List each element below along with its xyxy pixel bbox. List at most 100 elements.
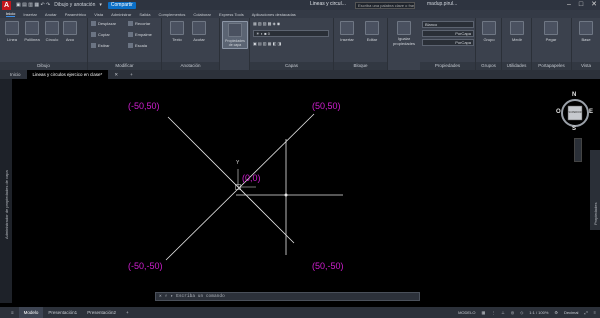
new-tab-button[interactable]: + [124, 70, 139, 79]
intersection-point[interactable] [284, 193, 288, 197]
user-account[interactable]: madup.pirul... [427, 1, 457, 7]
tab-anotar[interactable]: Anotar [45, 12, 57, 17]
scale-button[interactable]: Escala [128, 43, 147, 48]
measure-button[interactable]: Medir [507, 21, 527, 42]
label-center: (0,0) [242, 173, 261, 183]
text-button[interactable]: Texto [168, 21, 186, 42]
tab-insertar[interactable]: Insertar [23, 12, 37, 17]
view-cube-south[interactable]: S [572, 126, 576, 132]
model-space-toggle[interactable]: MODELO [458, 310, 475, 315]
close-tab-icon[interactable]: ✕ [108, 70, 124, 79]
search-input[interactable]: Escriba una palabra clave o frase [355, 1, 415, 9]
layer-tools-row2[interactable]: ▣ ▤ ▥ ▦ ◧ ◨ [253, 41, 281, 46]
command-close-icon[interactable]: ✕ [159, 294, 162, 299]
tab-layout-1[interactable]: Presentación1 [43, 307, 82, 318]
arc-button[interactable]: Arco [62, 21, 78, 42]
layer-properties-button[interactable]: Propiedades de capa [222, 21, 248, 49]
tab-colaborar[interactable]: Colaborar [193, 12, 211, 17]
match-properties-button[interactable]: Igualar propiedades [391, 21, 417, 46]
polyline-icon [25, 21, 39, 35]
panel-properties-label[interactable]: Propiedades [420, 62, 475, 70]
customize-menu-icon[interactable]: ≡ [594, 310, 596, 315]
edit-block-button[interactable]: Editar [361, 21, 383, 42]
grid-icon[interactable]: ▦ [481, 310, 485, 315]
properties-palette[interactable]: Propiedades [590, 150, 600, 230]
view-cube-face[interactable]: SUPERIOR [568, 111, 582, 114]
panel-modify-label[interactable]: Modificar [88, 62, 161, 70]
close-icon[interactable]: ✕ [591, 0, 597, 10]
panel-block-label[interactable]: Bloque [334, 62, 387, 70]
share-button[interactable]: Compartir [107, 1, 136, 9]
gear-icon[interactable]: ⚙ [554, 310, 558, 315]
maximize-icon[interactable]: □ [579, 0, 583, 10]
status-bar: ≡ Modelo Presentación1 Presentación2 + M… [0, 307, 600, 318]
panel-layers-label[interactable]: Capas [250, 62, 333, 70]
command-input[interactable]: Escriba un comando [176, 294, 225, 299]
navigation-bar[interactable] [574, 138, 582, 162]
units-dropdown[interactable]: Decimal [564, 310, 578, 315]
polar-icon[interactable]: ◎ [511, 310, 515, 315]
minimize-icon[interactable]: – [567, 0, 571, 10]
tab-express-tools[interactable]: Express Tools [219, 12, 244, 17]
line-button[interactable]: Línea [3, 21, 21, 42]
workspace-selector[interactable]: Dibujo y anotación [54, 2, 95, 8]
ribbon: Línea Polilínea Círculo Arco Dibujo Desp… [0, 18, 600, 70]
panel-groups-label[interactable]: Grupos [476, 62, 501, 70]
tab-parametrico[interactable]: Paramétrico [65, 12, 87, 17]
move-icon [91, 21, 96, 26]
text-icon [170, 21, 184, 35]
add-layout-button[interactable]: + [121, 307, 134, 318]
panel-view-label[interactable]: Vista [572, 62, 600, 70]
panel-annotation-label[interactable]: Anotación [162, 62, 219, 70]
base-view-button[interactable]: Base [576, 21, 596, 42]
view-cube[interactable]: N S E O SUPERIOR [556, 92, 594, 133]
app-logo[interactable]: A [2, 0, 11, 10]
view-cube-west[interactable]: O [556, 109, 561, 115]
stretch-button[interactable]: Estirar [91, 43, 110, 48]
lineweight-dropdown[interactable]: PorCapa [422, 39, 474, 46]
snap-icon[interactable]: ⋮ [491, 310, 495, 315]
layer-properties-palette[interactable]: Administrador de propiedades de capa [0, 79, 12, 303]
tab-complementos[interactable]: Complementos [158, 12, 185, 17]
workspace-dropdown-icon[interactable]: ▾ [99, 2, 102, 8]
file-tab-start[interactable]: Inicio [4, 70, 27, 79]
tab-administrar[interactable]: Administrar [111, 12, 131, 17]
panel-utilities-label[interactable]: Utilidades [502, 62, 531, 70]
layout-tabs-menu-icon[interactable]: ≡ [6, 307, 19, 318]
dimension-button[interactable]: Acotar [190, 21, 208, 42]
tab-vista[interactable]: Vista [94, 12, 103, 17]
polyline-button[interactable]: Polilínea [22, 21, 42, 42]
fullscreen-icon[interactable]: ⤢ [584, 310, 587, 315]
view-cube-north[interactable]: N [572, 92, 576, 98]
ortho-icon[interactable]: ⊥ [501, 310, 504, 315]
layer-tools-icons[interactable]: ▦ ▧ ▨ ▩ ◈ ◉ [253, 21, 280, 26]
quick-access-icons[interactable]: ▣ ▤ ▥ ▦ ↶ ↷ [16, 2, 50, 8]
tab-model[interactable]: Modelo [18, 307, 44, 318]
annotation-scale[interactable]: 1:1 / 100% [529, 310, 548, 315]
linetype-dropdown[interactable]: PorCapa [422, 30, 474, 37]
move-button[interactable]: Desplazar [91, 21, 116, 26]
panel-draw-label[interactable]: Dibujo [0, 62, 87, 70]
command-line[interactable]: ✕ ⌕ ▸ Escriba un comando [155, 292, 420, 301]
layer-dropdown[interactable]: ☀ ◐ ■ 0 [253, 30, 329, 37]
tab-aplicaciones-destacadas[interactable]: Aplicaciones destacadas [252, 12, 296, 17]
command-search-icon[interactable]: ⌕ [165, 294, 168, 299]
tab-layout-2[interactable]: Presentación2 [82, 307, 121, 318]
paste-button[interactable]: Pegar [541, 21, 561, 42]
diagonal-line-1[interactable] [167, 116, 295, 244]
drawing-canvas[interactable]: (-50,50) (50,50) (0,0) (-50,-50) (50,-50… [12, 79, 600, 303]
tab-inicio[interactable]: Inicio [6, 11, 16, 17]
view-cube-east[interactable]: E [589, 109, 593, 115]
file-tab-drawing[interactable]: Lineas y circulos ejercico en clase* [26, 70, 109, 79]
copy-button[interactable]: Copiar [91, 32, 110, 37]
dimension-icon [192, 21, 206, 35]
osnap-icon[interactable]: ◇ [520, 310, 523, 315]
trim-button[interactable]: Recortar [128, 21, 150, 26]
color-dropdown[interactable]: Blanco [422, 21, 474, 28]
fillet-button[interactable]: Empalme [128, 32, 152, 37]
group-button[interactable]: Grupo [479, 21, 499, 42]
circle-button[interactable]: Círculo [43, 21, 61, 42]
insert-block-button[interactable]: Insertar [336, 21, 358, 42]
panel-clipboard-label[interactable]: Portapapeles [532, 62, 571, 70]
tab-salida[interactable]: Salida [139, 12, 150, 17]
